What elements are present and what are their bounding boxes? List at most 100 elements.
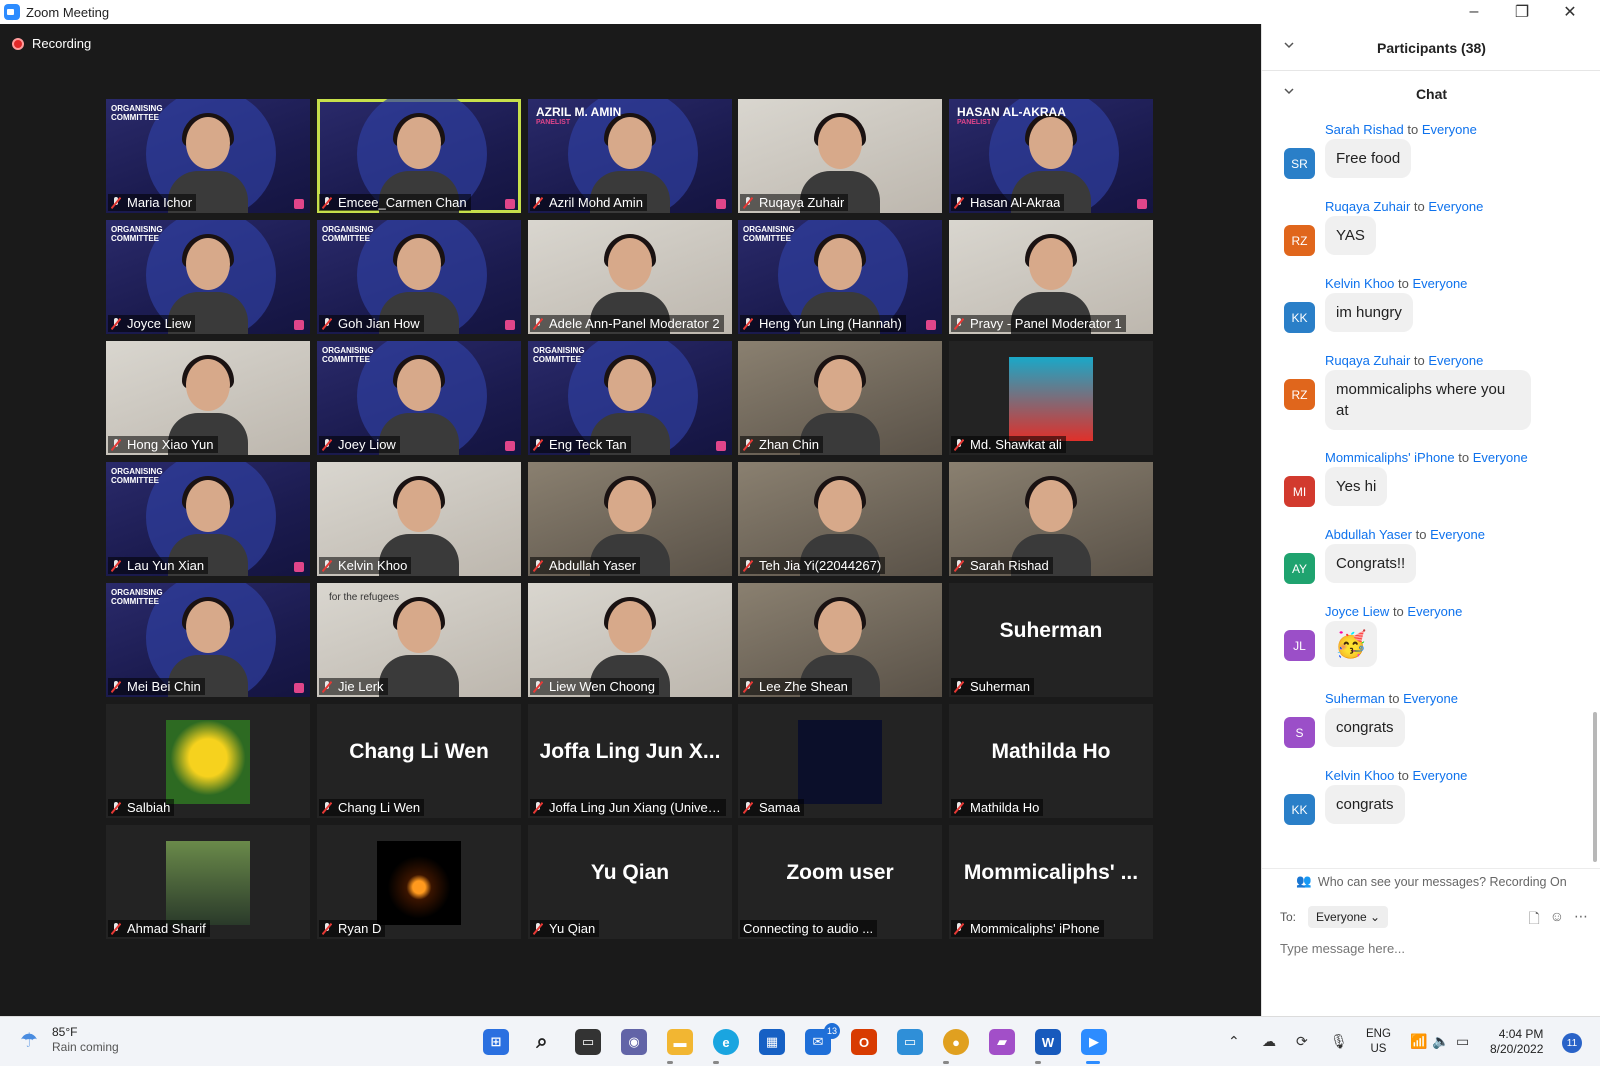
store-icon[interactable]: ▦ [759, 1029, 785, 1055]
participant-display-name: Joffa Ling Jun X... [539, 740, 721, 763]
participant-tile[interactable]: Hong Xiao Yun [106, 341, 310, 455]
participant-tile[interactable]: Liew Wen Choong [528, 583, 732, 697]
to-word: to [1398, 768, 1409, 783]
file-explorer-icon[interactable]: ▬ [667, 1029, 693, 1055]
language-indicator[interactable]: ENG US [1366, 1027, 1391, 1057]
volume-icon[interactable]: 🔈 [1432, 1033, 1449, 1050]
chrome-icon[interactable]: ● [943, 1029, 969, 1055]
event-logo-icon [294, 683, 304, 693]
participant-tile[interactable]: for the refugees Jie Lerk [317, 583, 521, 697]
restore-button[interactable]: ❐ [1498, 0, 1546, 24]
participant-tile[interactable]: Yu Qian Yu Qian [528, 825, 732, 939]
to-word: to [1458, 450, 1470, 465]
file-icon[interactable]: 🗋 [1528, 908, 1539, 932]
meeting-gallery: Recording ORGANISING COMMITTEE Maria Icho… [0, 24, 1261, 1016]
muted-mic-icon [743, 438, 753, 451]
participant-tile[interactable]: AZRIL M. AMIN PANELIST Azril Mohd Amin [528, 99, 732, 213]
task-view-icon[interactable]: ▭ [575, 1029, 601, 1055]
zoom-taskbar-icon[interactable]: ▶ [1081, 1029, 1107, 1055]
message-sender[interactable]: Abdullah Yaser to Everyone [1325, 527, 1485, 542]
notification-badge[interactable]: 11 [1562, 1033, 1582, 1053]
participant-tile[interactable]: Emcee_Carmen Chan [317, 99, 521, 213]
recipient-dropdown[interactable]: Everyone ⌄ [1308, 906, 1389, 928]
participant-tile[interactable]: Teh Jia Yi(22044267) [738, 462, 942, 576]
participant-tile[interactable]: ORGANISING COMMITTEE Mei Bei Chin [106, 583, 310, 697]
chat-header[interactable]: Chat [1262, 72, 1600, 116]
to-word: to [1407, 122, 1419, 137]
chat-app-icon[interactable]: ◉ [621, 1029, 647, 1055]
desktop-icon[interactable]: ▭ [897, 1029, 923, 1055]
message-bubble: Free food [1325, 139, 1412, 178]
participant-tile[interactable]: Chang Li Wen Chang Li Wen [317, 704, 521, 818]
participant-tile[interactable]: Sarah Rishad [949, 462, 1153, 576]
participant-tile[interactable]: Pravy - Panel Moderator 1 [949, 220, 1153, 334]
message-sender[interactable]: Kelvin Khoo to Everyone [1325, 768, 1467, 783]
more-icon[interactable]: ⋯ [1574, 908, 1588, 932]
participant-tile[interactable]: Lee Zhe Shean [738, 583, 942, 697]
participant-tile[interactable]: ORGANISING COMMITTEE Joey Liow [317, 341, 521, 455]
muted-mic-icon [954, 438, 964, 451]
message-bubble: congrats [1325, 785, 1405, 824]
search-icon[interactable]: ⌕ [529, 1029, 555, 1055]
emoji-icon[interactable]: ☺ [1550, 908, 1564, 932]
wifi-icon[interactable]: 📶 [1410, 1033, 1427, 1050]
participant-name-label: Lau Yun Xian [108, 557, 209, 574]
participant-tile[interactable]: Joffa Ling Jun X... Joffa Ling Jun Xiang … [528, 704, 732, 818]
participant-display-name: Chang Li Wen [349, 740, 489, 763]
participant-tile[interactable]: Zoom user Connecting to audio ... [738, 825, 942, 939]
clock[interactable]: 4:04 PM 8/20/2022 [1490, 1027, 1543, 1057]
chat-scrollbar[interactable] [1593, 712, 1597, 862]
participant-tile[interactable]: Salbiah [106, 704, 310, 818]
participant-name: Kelvin Khoo [338, 558, 408, 573]
participant-tile[interactable]: ORGANISING COMMITTEE Maria Ichor [106, 99, 310, 213]
candle-avatar [377, 841, 461, 925]
participant-tile[interactable]: ORGANISING COMMITTEE Eng Teck Tan [528, 341, 732, 455]
cloud-icon[interactable]: ☁ [1262, 1033, 1276, 1050]
message-sender[interactable]: Mommicaliphs' iPhone to Everyone [1325, 450, 1528, 465]
participant-tile[interactable]: ORGANISING COMMITTEE Lau Yun Xian [106, 462, 310, 576]
participants-header[interactable]: Participants (38) [1262, 26, 1600, 70]
participant-tile[interactable]: Suherman Suherman [949, 583, 1153, 697]
org-committee-tag: ORGANISING COMMITTEE [111, 588, 163, 606]
message-visibility-info[interactable]: 👥 Who can see your messages? Recording O… [1262, 868, 1600, 894]
participant-tile[interactable]: Ruqaya Zuhair [738, 99, 942, 213]
message-sender[interactable]: Joyce Liew to Everyone [1325, 604, 1462, 619]
participant-name-label: Azril Mohd Amin [530, 194, 647, 211]
participant-tile[interactable]: Samaa [738, 704, 942, 818]
sync-icon[interactable]: ⟳ [1296, 1033, 1308, 1050]
participant-tile[interactable]: Md. Shawkat ali [949, 341, 1153, 455]
message-sender[interactable]: Ruqaya Zuhair to Everyone [1325, 353, 1483, 368]
participant-tile[interactable]: ORGANISING COMMITTEE Goh Jian How [317, 220, 521, 334]
participant-tile[interactable]: HASAN AL-AKRAA PANELIST Hasan Al-Akraa [949, 99, 1153, 213]
battery-icon[interactable]: ▭ [1456, 1033, 1469, 1050]
participant-name-label: Joey Liow [319, 436, 400, 453]
event-logo-icon [294, 562, 304, 572]
recording-indicator[interactable]: Recording [12, 36, 91, 51]
message-sender[interactable]: Kelvin Khoo to Everyone [1325, 276, 1467, 291]
clipchamp-icon[interactable]: ▰ [989, 1029, 1015, 1055]
participant-tile[interactable]: Ryan D [317, 825, 521, 939]
chevron-up-icon[interactable]: ⌃ [1228, 1033, 1240, 1050]
participant-tile[interactable]: Abdullah Yaser [528, 462, 732, 576]
recipient-name: Everyone [1407, 604, 1463, 619]
message-sender[interactable]: Sarah Rishad to Everyone [1325, 122, 1477, 137]
close-button[interactable]: ✕ [1546, 0, 1594, 24]
participant-tile[interactable]: Ahmad Sharif [106, 825, 310, 939]
weather-widget[interactable]: ☂ 85°F Rain coming [20, 1025, 119, 1055]
participant-tile[interactable]: Mommicaliphs' ... Mommicaliphs' iPhone [949, 825, 1153, 939]
participant-tile[interactable]: Adele Ann-Panel Moderator 2 [528, 220, 732, 334]
participant-tile[interactable]: ORGANISING COMMITTEE Joyce Liew [106, 220, 310, 334]
word-icon[interactable]: W [1035, 1029, 1061, 1055]
minimize-button[interactable]: – [1450, 0, 1498, 24]
message-sender[interactable]: Suherman to Everyone [1325, 691, 1458, 706]
participant-tile[interactable]: Zhan Chin [738, 341, 942, 455]
participant-tile[interactable]: ORGANISING COMMITTEE Heng Yun Ling (Hanna… [738, 220, 942, 334]
message-sender[interactable]: Ruqaya Zuhair to Everyone [1325, 199, 1483, 214]
office-icon[interactable]: O [851, 1029, 877, 1055]
participant-tile[interactable]: Mathilda Ho Mathilda Ho [949, 704, 1153, 818]
participant-tile[interactable]: Kelvin Khoo [317, 462, 521, 576]
microphone-icon[interactable]: 🎙 [1330, 1033, 1348, 1050]
chat-input[interactable] [1280, 934, 1580, 962]
start-icon[interactable]: ⊞ [483, 1029, 509, 1055]
edge-icon[interactable]: e [713, 1029, 739, 1055]
